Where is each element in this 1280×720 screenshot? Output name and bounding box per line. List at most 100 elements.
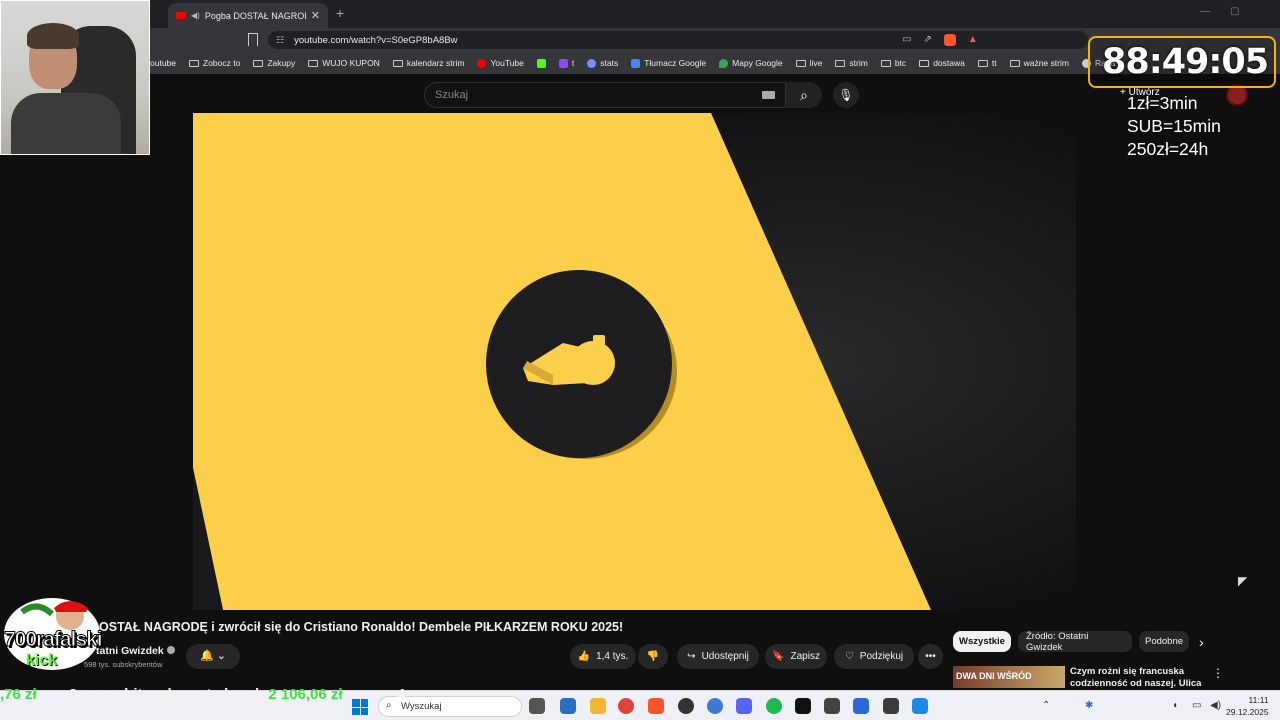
- bookmark-item[interactable]: strim: [835, 58, 868, 68]
- bookmark-item[interactable]: ważne strim: [1009, 58, 1069, 68]
- ticker-amount: 2 106,06 zł: [268, 686, 343, 703]
- browser-tab[interactable]: ◀) Pogba DOSTAŁ NAGRODĘ i z... ✕: [168, 3, 328, 28]
- donation-ticker: ,76 zł 3. www.hitoszkomat.cba.pl: 2 106,…: [0, 686, 1280, 703]
- bookmark-item[interactable]: btc: [880, 58, 906, 68]
- chevron-right-icon[interactable]: ›: [1199, 634, 1204, 650]
- tab-close-icon[interactable]: ✕: [311, 9, 320, 22]
- thanks-label: Podziękuj: [859, 651, 904, 662]
- site-info-icon[interactable]: ☷: [276, 35, 284, 46]
- folder-icon: [1009, 59, 1020, 67]
- rule-line: SUB=15min: [1127, 116, 1221, 136]
- folder-icon: [977, 59, 988, 67]
- maximize-icon[interactable]: ▢: [1230, 6, 1239, 17]
- kebab-menu-icon[interactable]: ⋮: [1212, 666, 1224, 680]
- share-icon: ↪: [687, 651, 696, 662]
- thanks-button[interactable]: ♡ Podziękuj: [834, 644, 914, 669]
- bookmark-item[interactable]: [536, 58, 546, 68]
- url-text: youtube.com/watch?v=S0eGP8bA8Bw: [294, 34, 458, 46]
- bookmark-item[interactable]: Mapy Google: [719, 58, 783, 68]
- address-bar-actions: ▭ ⇗ ▲: [902, 34, 978, 46]
- dislike-icon: 👎: [646, 651, 660, 662]
- share-button[interactable]: ↪ Udostępnij: [677, 644, 759, 669]
- save-button[interactable]: 🔖 Zapisz: [765, 644, 827, 669]
- bookmark-item[interactable]: tt: [977, 58, 997, 68]
- thanks-icon: ♡: [844, 651, 854, 662]
- recommended-thumbnail[interactable]: DWA DNI WŚRÓD FRANCUZÓW: [953, 666, 1065, 688]
- folder-icon: [253, 59, 264, 67]
- rule-line: 1zł=3min: [1127, 93, 1198, 113]
- like-button[interactable]: 👍 1,4 tys.: [570, 644, 636, 669]
- kick-icon: [536, 58, 546, 68]
- twitch-icon: [558, 58, 568, 68]
- chip-source[interactable]: Źródło: Ostatni Gwizdek: [1018, 631, 1132, 653]
- chip-all[interactable]: Wszystkie: [953, 631, 1011, 652]
- verified-icon: [166, 646, 175, 654]
- webcam-overlay: [0, 0, 150, 155]
- like-icon: 👍: [577, 651, 591, 662]
- speaker-icon[interactable]: ◀): [191, 11, 200, 20]
- folder-icon: [308, 59, 319, 67]
- keyboard-icon[interactable]: [762, 91, 775, 99]
- bookmark-item[interactable]: t: [558, 58, 574, 68]
- streamer-name: 700rafalski: [4, 628, 104, 652]
- channel-name-text: tatni Gwizdek: [96, 645, 164, 657]
- tab-title: Pogba DOSTAŁ NAGRODĘ i z...: [204, 10, 306, 21]
- timer-rules: 1zł=3min SUB=15min 250zł=24h: [1127, 92, 1221, 161]
- chip-similar[interactable]: Podobne: [1139, 631, 1189, 652]
- share-label: Udostępnij: [701, 651, 749, 662]
- video-frame: [193, 113, 1076, 610]
- stats-icon: [587, 58, 597, 68]
- folder-icon: [392, 59, 403, 67]
- maps-icon: [719, 58, 729, 68]
- rule-line: 250zł=24h: [1127, 139, 1209, 159]
- save-label: Zapisz: [790, 651, 820, 662]
- mic-icon[interactable]: 🎙: [833, 82, 859, 108]
- subathon-timer: 88:49:05: [1088, 36, 1276, 88]
- folder-icon: [919, 59, 930, 67]
- channel-name[interactable]: tatni Gwizdek: [96, 645, 175, 657]
- bookmark-item[interactable]: stats: [587, 58, 618, 68]
- screen: ◀) Pogba DOSTAŁ NAGRODĘ i z... ✕ + — ▢ ☷…: [0, 0, 1280, 720]
- folder-icon: [835, 59, 846, 67]
- ticker-amount-left: ,76 zł: [0, 686, 37, 703]
- video-player[interactable]: [193, 113, 1076, 610]
- youtube-favicon-icon: [176, 12, 186, 19]
- brave-rewards-icon[interactable]: ▲: [968, 34, 978, 46]
- new-tab-icon[interactable]: +: [336, 5, 344, 21]
- search-input[interactable]: Szukaj: [424, 82, 786, 108]
- folder-icon: [795, 59, 806, 67]
- browser-tab-bar: ◀) Pogba DOSTAŁ NAGRODĘ i z... ✕ + — ▢: [150, 0, 1280, 28]
- bookmark-item[interactable]: Tłumacz Google: [631, 58, 706, 68]
- bookmark-item[interactable]: WUJO KUPON: [308, 58, 380, 68]
- bookmark-item[interactable]: Zobocz to: [189, 58, 240, 68]
- bookmark-item[interactable]: Zakupy: [253, 58, 295, 68]
- bookmark-item[interactable]: live: [795, 58, 822, 68]
- bookmark-item[interactable]: dostawa: [919, 58, 965, 68]
- folder-icon: [880, 59, 891, 67]
- clock-date: 29.12.2025: [1226, 707, 1269, 717]
- bookmark-item[interactable]: kalendarz strim: [392, 58, 464, 68]
- minimize-icon[interactable]: —: [1200, 6, 1210, 17]
- dislike-button[interactable]: 👎: [638, 644, 668, 669]
- bookmark-item[interactable]: YouTube: [477, 58, 524, 68]
- more-actions-button[interactable]: •••: [918, 644, 943, 669]
- folder-icon: [189, 59, 199, 67]
- timer-text: 88:49:05: [1102, 42, 1269, 82]
- brave-shields-icon[interactable]: [943, 34, 956, 46]
- translate-icon: [631, 58, 641, 68]
- kick-badge: kick: [26, 652, 58, 669]
- streamer-hair: [27, 23, 79, 49]
- save-icon: 🔖: [772, 651, 785, 662]
- video-title: DOSTAŁ NAGRODĘ i zwrócił się do Cristian…: [90, 620, 624, 634]
- bookmark-item[interactable]: outube: [150, 58, 176, 68]
- cursor-icon: ◤: [1238, 574, 1248, 588]
- ticker-next: 4.: [396, 686, 410, 703]
- like-count: 1,4 tys.: [596, 651, 629, 662]
- notification-bell-button[interactable]: 🔔 ⌄: [186, 644, 240, 669]
- ticker-text: 3. www.hitoszkomat.cba.pl:: [68, 686, 265, 703]
- cast-icon[interactable]: ▭: [902, 34, 911, 46]
- bookmark-icon[interactable]: [248, 33, 258, 46]
- youtube-icon: [477, 58, 487, 68]
- share-page-icon[interactable]: ⇗: [923, 34, 931, 46]
- search-button[interactable]: ⌕: [786, 82, 822, 108]
